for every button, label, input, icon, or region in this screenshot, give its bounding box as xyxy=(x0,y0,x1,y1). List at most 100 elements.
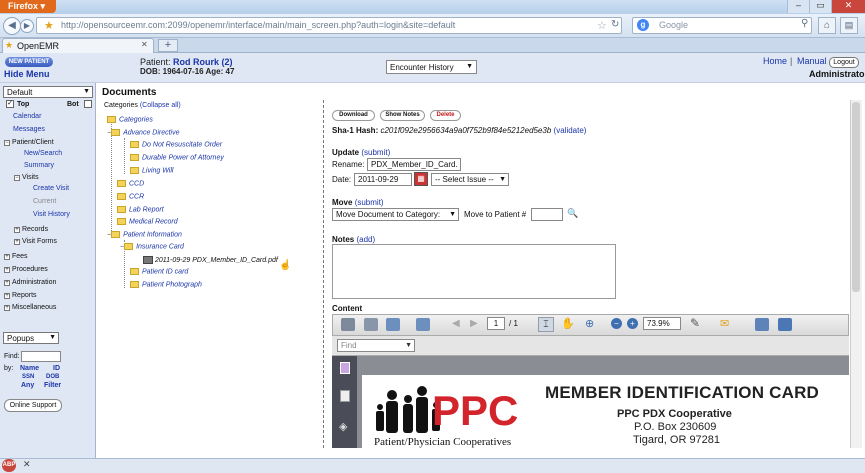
comment-icon[interactable]: ✉ xyxy=(720,317,729,330)
find-by-ssn[interactable]: SSN xyxy=(22,374,34,380)
move-to-patient-input[interactable] xyxy=(531,208,563,221)
date-input[interactable]: 2011-09-29 xyxy=(354,173,412,186)
back-icon[interactable]: ◀ xyxy=(3,17,21,35)
nav-fees[interactable]: + Fees xyxy=(4,253,28,260)
encounter-select[interactable]: Encounter History ▼ xyxy=(386,60,477,74)
patient-name-link[interactable]: Rod Rourk (2) xyxy=(173,57,233,67)
search-icon[interactable]: 🔍 xyxy=(567,208,578,219)
close-icon[interactable]: ✕ xyxy=(23,459,31,470)
rename-input[interactable]: PDX_Member_ID_Card. xyxy=(367,158,461,171)
tab-close-icon[interactable]: ✕ xyxy=(141,40,148,49)
zoom-out-icon[interactable]: − xyxy=(611,318,622,329)
search-icon[interactable]: ⚲ xyxy=(801,18,808,29)
tree-item-living-will[interactable]: Living Will xyxy=(130,167,173,174)
delete-button[interactable]: Delete xyxy=(430,110,461,121)
tree-item-ccr[interactable]: CCR xyxy=(117,193,144,200)
tree-item-lab-report[interactable]: Lab Report xyxy=(117,206,164,213)
layout-select[interactable]: Default ▼ xyxy=(3,86,93,98)
tree-item-patient-id-card[interactable]: Patient ID card xyxy=(130,268,188,275)
maximize-icon[interactable]: ▭ xyxy=(809,0,831,13)
forward-icon[interactable]: ▶ xyxy=(20,19,34,33)
online-support-button[interactable]: Online Support xyxy=(4,399,62,412)
fit-page-icon[interactable] xyxy=(755,318,769,331)
nav-patient-client[interactable]: − Patient/Client xyxy=(4,139,54,146)
find-by-name[interactable]: Name xyxy=(20,365,39,372)
tree-item-insurance-card[interactable]: − Insurance Card xyxy=(120,243,184,250)
collapse-all-link[interactable]: (Collapse all) xyxy=(140,102,181,109)
show-notes-button[interactable]: Show Notes xyxy=(380,110,425,121)
find-by-dob[interactable]: DOB xyxy=(46,374,59,380)
tree-item-patient-information[interactable]: − Patient Information xyxy=(107,231,182,238)
top-checkbox[interactable]: ✓ xyxy=(6,100,14,108)
tree-item-medical-record[interactable]: Medical Record xyxy=(117,218,178,225)
share-icon[interactable] xyxy=(416,318,430,331)
download-button[interactable]: Download xyxy=(332,110,375,121)
search-input[interactable]: Google xyxy=(632,17,812,34)
bookmark-star-icon[interactable]: ★ xyxy=(44,19,54,32)
hide-menu-link[interactable]: Hide Menu xyxy=(4,69,50,79)
page-down-icon[interactable]: ▶ xyxy=(470,318,478,329)
email-icon[interactable] xyxy=(386,318,400,331)
find-input[interactable] xyxy=(21,351,61,362)
move-submit-link[interactable]: (submit) xyxy=(355,198,384,207)
nav-new-search[interactable]: New/Search xyxy=(24,150,62,157)
validate-link[interactable]: (validate) xyxy=(554,126,587,135)
notes-textarea[interactable] xyxy=(332,244,616,299)
home-link[interactable]: Home xyxy=(763,56,787,66)
find-by-filter[interactable]: Filter xyxy=(44,382,61,389)
new-tab-button[interactable]: + xyxy=(158,39,178,52)
pdf-find-input[interactable]: Find ▼ xyxy=(337,339,415,352)
marquee-zoom-icon[interactable]: ⊕ xyxy=(585,317,594,330)
minimize-icon[interactable]: – xyxy=(787,0,809,13)
home-icon[interactable]: ⌂ xyxy=(818,17,836,34)
nav-create-visit[interactable]: Create Visit xyxy=(33,185,69,192)
tree-item-poa[interactable]: Durable Power of Attorney xyxy=(130,154,224,161)
addon-icon[interactable]: ABP xyxy=(2,459,16,472)
nav-messages[interactable]: Messages xyxy=(13,126,45,133)
find-by-id[interactable]: ID xyxy=(53,365,60,372)
save-icon[interactable] xyxy=(364,318,378,331)
manual-link[interactable]: Manual xyxy=(797,56,827,66)
url-bar[interactable]: http://opensourceemr.com:2099/openemr/in… xyxy=(36,17,622,34)
nav-records[interactable]: + Records xyxy=(14,226,48,233)
zoom-in-icon[interactable]: + xyxy=(627,318,638,329)
popups-select[interactable]: Popups ▼ xyxy=(3,332,59,344)
page-number-input[interactable]: 1 xyxy=(487,317,505,330)
tab-openemr[interactable]: OpenEMR xyxy=(2,38,154,53)
tree-item-patient-photograph[interactable]: Patient Photograph xyxy=(130,281,202,288)
nav-administration[interactable]: + Administration xyxy=(4,279,56,286)
zoom-select[interactable]: 73.9% xyxy=(643,317,681,330)
find-by-any[interactable]: Any xyxy=(21,382,34,389)
nav-summary[interactable]: Summary xyxy=(24,162,54,169)
nav-visits[interactable]: − Visits xyxy=(14,174,39,181)
nav-miscellaneous[interactable]: + Miscellaneous xyxy=(4,304,56,311)
new-patient-button[interactable]: NEW PATIENT xyxy=(5,57,53,67)
print-icon[interactable] xyxy=(341,318,355,331)
nav-calendar[interactable]: Calendar xyxy=(13,113,41,120)
reload-icon[interactable]: ↻ xyxy=(611,19,619,30)
nav-visit-history[interactable]: Visit History xyxy=(33,211,70,218)
logout-button[interactable]: Logout xyxy=(829,57,859,68)
tree-item-file[interactable]: 2011-09-29 PDX_Member_ID_Card.pdf xyxy=(143,256,278,264)
hand-tool-icon[interactable]: ✋ xyxy=(561,317,575,330)
firefox-menu-button[interactable]: Firefox ▾ xyxy=(0,0,56,13)
notes-add-link[interactable]: (add) xyxy=(356,235,375,244)
calendar-icon[interactable]: ▦ xyxy=(414,172,428,186)
select-tool-icon[interactable]: ⌶ xyxy=(538,317,554,332)
nav-current[interactable]: Current xyxy=(33,198,56,205)
update-submit-link[interactable]: (submit) xyxy=(361,148,390,157)
fit-width-icon[interactable] xyxy=(778,318,792,331)
close-icon[interactable]: ✕ xyxy=(831,0,865,13)
attachments-icon[interactable] xyxy=(340,390,350,402)
nav-reports[interactable]: + Reports xyxy=(4,292,37,299)
tree-item-advance-directive[interactable]: − Advance Directive xyxy=(107,129,180,136)
star-icon[interactable]: ☆ xyxy=(597,19,607,32)
layers-icon[interactable]: ◈ xyxy=(339,420,347,433)
tree-item-categories[interactable]: Categories xyxy=(107,116,153,123)
page-up-icon[interactable]: ◀ xyxy=(452,318,460,329)
tree-item-dnr[interactable]: Do Not Resuscitate Order xyxy=(130,141,222,148)
nav-visit-forms[interactable]: + Visit Forms xyxy=(14,238,57,245)
issue-select[interactable]: -- Select Issue -- ▼ xyxy=(431,173,509,186)
pen-icon[interactable]: ✎ xyxy=(690,316,700,330)
nav-procedures[interactable]: + Procedures xyxy=(4,266,48,273)
